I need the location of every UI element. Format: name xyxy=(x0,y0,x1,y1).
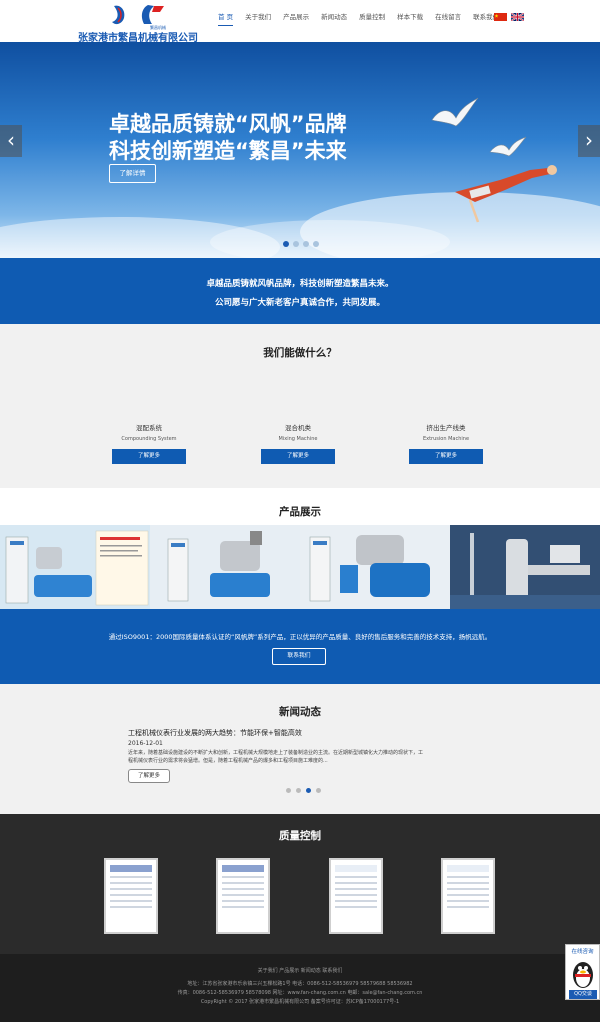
news-dot-2[interactable] xyxy=(296,788,301,793)
service-name-en: Extrusion Machine xyxy=(422,436,470,442)
quality-section: 质量控制 xyxy=(0,814,600,954)
service-name-en: Compounding System xyxy=(121,436,177,442)
products-section: 产品展示 通过ISO9001：2000国际质量体系认证的“风帆牌”系列产品，正以… xyxy=(0,488,600,684)
products-title: 产品展示 xyxy=(279,506,321,518)
services-title: 我们能做什么？ xyxy=(263,347,337,359)
products-info-band xyxy=(0,609,600,684)
slogan-band: 卓越品质铸就风帆品牌，科技创新塑造繁昌未来。 公司愿与广大新老客户真诚合作，共同… xyxy=(0,258,600,324)
news-date: 2016-12-01 xyxy=(128,740,163,747)
news-section: 新闻动态 工程机械仪表行业发展的两大趋势：节能环保+智能高效 2016-12-0… xyxy=(0,684,600,814)
nav-downloads[interactable]: 样本下载 xyxy=(397,12,423,26)
news-dot-4[interactable] xyxy=(316,788,321,793)
service-compounding: 混配系统 Compounding System 了解更多 xyxy=(112,422,186,464)
chinese-flag-icon[interactable] xyxy=(494,13,507,21)
nav-news[interactable]: 新闻动态 xyxy=(321,12,347,26)
news-dot-1[interactable] xyxy=(286,788,291,793)
nav-home[interactable]: 首 页 xyxy=(218,12,234,26)
service-extrusion: 挤出生产线类 Extrusion Machine 了解更多 xyxy=(409,422,483,464)
service-name: 挤出生产线类 xyxy=(426,424,466,432)
logo-emblem-icon: 繁昌机械 xyxy=(112,5,166,30)
certificate-1[interactable] xyxy=(104,858,158,934)
service-name-en: Mixing Machine xyxy=(278,436,318,442)
quality-title: 质量控制 xyxy=(279,830,321,842)
online-chat-label: 在线咨询 xyxy=(571,949,594,955)
nav-message[interactable]: 在线留言 xyxy=(435,12,461,26)
service-name: 混合机类 xyxy=(285,424,311,432)
uk-flag-icon[interactable] xyxy=(511,13,524,21)
hero-dot-2[interactable] xyxy=(293,241,299,247)
service-learn-more-button[interactable]: 了解更多 xyxy=(112,449,186,464)
hero-dot-4[interactable] xyxy=(313,241,319,247)
footer-links[interactable]: 关于我们 产品展示 新闻动态 联系我们 xyxy=(0,967,600,974)
news-learn-more-button[interactable]: 了解更多 xyxy=(128,769,170,783)
footer-address: 地址：江苏省张家港市乐余镇三兴五棵松路1号 电话：0086-512-585369… xyxy=(187,981,413,987)
qq-chat-button[interactable]: QQ交谈 xyxy=(569,990,597,999)
site-header: 繁昌机械 张家港市繁昌机械有限公司 首 页 关于我们 产品展示 新闻动态 质量控… xyxy=(0,0,600,44)
certificate-3[interactable] xyxy=(329,858,383,934)
certificate-4[interactable] xyxy=(441,858,495,934)
hero-pagination xyxy=(283,241,323,247)
news-pagination xyxy=(286,788,326,793)
product-image-2[interactable] xyxy=(150,525,300,609)
product-image-strip xyxy=(0,525,600,609)
online-chat-widget[interactable]: 在线咨询 QQ交谈 xyxy=(565,944,600,1000)
slogan-line-1: 卓越品质铸就风帆品牌，科技创新塑造繁昌未来。 xyxy=(206,279,394,289)
qq-penguin-icon xyxy=(573,962,593,988)
product-image-3[interactable] xyxy=(300,525,450,609)
service-learn-more-button[interactable]: 了解更多 xyxy=(409,449,483,464)
hero-banner: 卓越品质铸就“风帆”品牌 科技创新塑造“繁昌”未来 了解详情 ‹ › xyxy=(0,42,600,258)
news-dot-3[interactable] xyxy=(306,788,311,793)
company-logo[interactable]: 繁昌机械 张家港市繁昌机械有限公司 xyxy=(78,2,198,44)
service-name: 混配系统 xyxy=(136,424,162,432)
footer-contact: 传真：0086-512-58536979 58578098 网址：www.fan… xyxy=(177,990,423,996)
nav-quality[interactable]: 质量控制 xyxy=(359,12,385,26)
contact-us-button[interactable]: 联系我们 xyxy=(272,648,326,665)
hero-headline-1: 卓越品质铸就“风帆”品牌 xyxy=(109,112,347,136)
news-excerpt: 近年来，随着基础设施建设的不断扩大和创新，工程机械大规模地走上了装备制造业的主流… xyxy=(128,750,424,764)
hero-prev-arrow-icon[interactable]: ‹ xyxy=(0,125,22,157)
hero-learn-more-button[interactable]: 了解详情 xyxy=(109,164,156,183)
news-title: 新闻动态 xyxy=(279,706,321,718)
hero-headline-2: 科技创新塑造“繁昌”未来 xyxy=(109,139,347,163)
service-mixing: 混合机类 Mixing Machine 了解更多 xyxy=(261,422,335,464)
news-headline[interactable]: 工程机械仪表行业发展的两大趋势：节能环保+智能高效 xyxy=(128,728,302,738)
main-nav: 首 页 关于我们 产品展示 新闻动态 质量控制 样本下载 在线留言 联系我们 xyxy=(218,12,511,26)
product-image-1[interactable] xyxy=(0,525,150,609)
hero-next-arrow-icon[interactable]: › xyxy=(578,125,600,157)
slogan-line-2: 公司愿与广大新老客户真诚合作，共同发展。 xyxy=(214,298,385,308)
hero-dot-1[interactable] xyxy=(283,241,289,247)
service-learn-more-button[interactable]: 了解更多 xyxy=(261,449,335,464)
nav-about[interactable]: 关于我们 xyxy=(245,12,271,26)
services-section: 我们能做什么？ 混配系统 Compounding System 了解更多 混合机… xyxy=(0,324,600,488)
site-footer: 关于我们 产品展示 新闻动态 联系我们 地址：江苏省张家港市乐余镇三兴五棵松路1… xyxy=(0,954,600,1022)
footer-copyright: CopyRight © 2017 张家港市繁昌机械有限公司 备案号许可证：苏IC… xyxy=(200,999,400,1005)
products-description: 通过ISO9001：2000国际质量体系认证的“风帆牌”系列产品，正以优异的产品… xyxy=(108,633,492,641)
nav-products[interactable]: 产品展示 xyxy=(283,12,309,26)
certificate-2[interactable] xyxy=(216,858,270,934)
product-image-4[interactable] xyxy=(450,525,600,609)
hero-dot-3[interactable] xyxy=(303,241,309,247)
